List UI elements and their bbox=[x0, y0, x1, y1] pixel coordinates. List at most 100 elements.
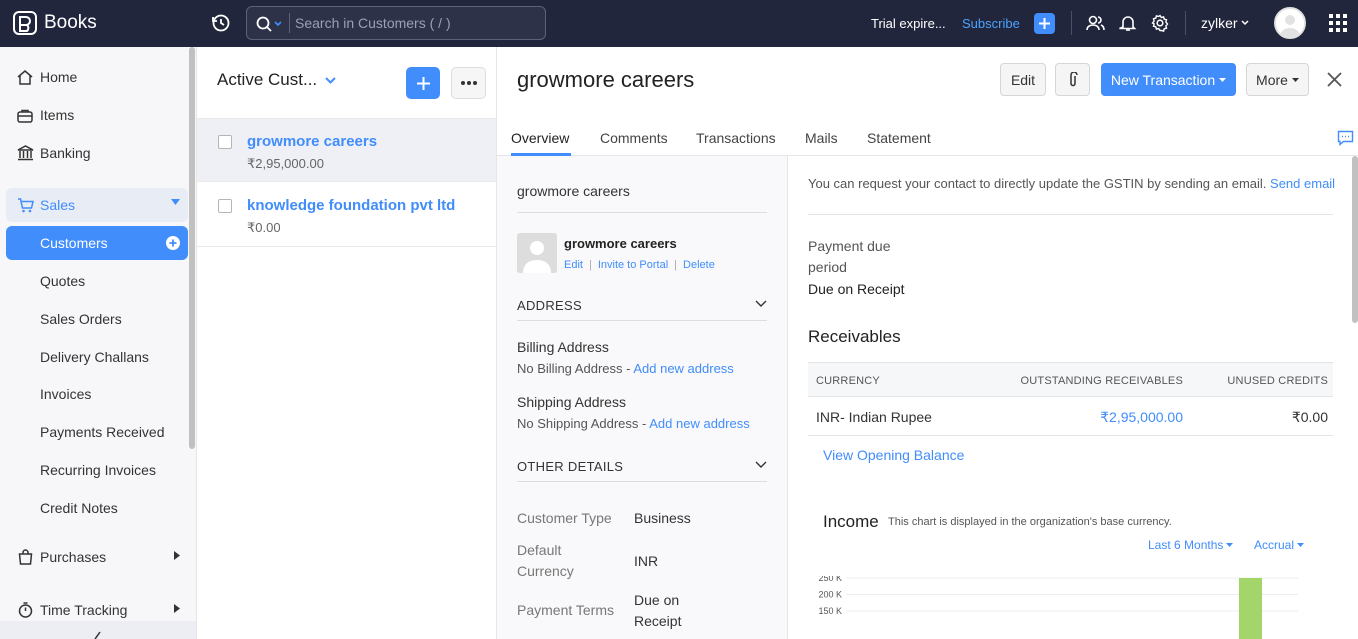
column-header: UNUSED CREDITS bbox=[1227, 375, 1328, 387]
address-section-header[interactable]: ADDRESS bbox=[517, 298, 582, 313]
items-bag-icon bbox=[16, 108, 34, 123]
customer-name[interactable]: knowledge foundation pvt ltd bbox=[247, 197, 455, 214]
customer-amount: ₹0.00 bbox=[247, 220, 281, 235]
row-checkbox[interactable] bbox=[218, 199, 232, 213]
app-name: Books bbox=[44, 12, 97, 33]
customer-type-label: Customer Type bbox=[517, 510, 612, 526]
customer-display-name: growmore careers bbox=[517, 183, 630, 199]
caret-down-icon bbox=[1297, 543, 1305, 547]
add-customer-icon[interactable] bbox=[166, 236, 180, 250]
receivables-table: CURRENCY OUTSTANDING RECEIVABLES UNUSED … bbox=[808, 362, 1333, 436]
app-logo[interactable]: Books bbox=[12, 10, 97, 36]
basis-filter-dropdown[interactable]: Accrual bbox=[1254, 538, 1305, 552]
view-opening-balance-link[interactable]: View Opening Balance bbox=[823, 447, 964, 463]
tab-mails[interactable]: Mails bbox=[805, 130, 838, 146]
attach-button[interactable] bbox=[1055, 63, 1090, 96]
org-switcher[interactable]: zylker bbox=[1201, 15, 1249, 31]
search-input[interactable] bbox=[295, 14, 535, 32]
sidebar-item-invoices[interactable]: Invoices bbox=[6, 377, 188, 411]
collapse-chevron-icon bbox=[94, 631, 101, 639]
outstanding-receivables-link[interactable]: ₹2,95,000.00 bbox=[1100, 409, 1183, 426]
app-grid-icon[interactable] bbox=[1329, 14, 1347, 32]
recent-history-icon[interactable] bbox=[211, 13, 231, 33]
sidebar-item-home[interactable]: Home bbox=[6, 60, 188, 94]
y-tick-label: 250 K bbox=[818, 576, 842, 583]
detail-scrollbar[interactable] bbox=[1352, 156, 1358, 323]
tab-transactions[interactable]: Transactions bbox=[696, 130, 776, 146]
sidebar-item-label: Customers bbox=[40, 235, 108, 251]
contact-info-pane: growmore careers growmore careers Edit |… bbox=[497, 156, 788, 639]
search-box[interactable] bbox=[246, 6, 546, 40]
customer-name[interactable]: growmore careers bbox=[247, 133, 377, 150]
sidebar-item-purchases[interactable]: Purchases bbox=[6, 540, 188, 574]
add-shipping-address-link[interactable]: Add new address bbox=[649, 416, 749, 431]
list-more-options-button[interactable] bbox=[451, 67, 486, 99]
period-filter-dropdown[interactable]: Last 6 Months bbox=[1148, 538, 1234, 552]
caret-down-icon bbox=[1291, 77, 1299, 82]
sidebar-item-banking[interactable]: Banking bbox=[6, 136, 188, 170]
divider bbox=[517, 212, 767, 213]
sidebar-item-quotes[interactable]: Quotes bbox=[6, 264, 188, 298]
subscribe-link[interactable]: Subscribe bbox=[962, 16, 1020, 31]
unused-credits-cell: ₹0.00 bbox=[1291, 409, 1328, 425]
customer-amount: ₹2,95,000.00 bbox=[247, 156, 324, 171]
separator: | bbox=[588, 259, 592, 271]
sidebar-item-label: Home bbox=[40, 69, 78, 85]
chevron-down-icon bbox=[325, 76, 336, 84]
row-checkbox[interactable] bbox=[218, 135, 232, 149]
sidebar-item-label: Time Tracking bbox=[40, 602, 128, 618]
chevron-down-icon[interactable] bbox=[755, 300, 767, 307]
add-billing-address-link[interactable]: Add new address bbox=[633, 361, 733, 376]
new-customer-button[interactable] bbox=[406, 67, 440, 99]
tab-statement[interactable]: Statement bbox=[867, 130, 931, 146]
contact-edit-link[interactable]: Edit bbox=[564, 259, 583, 271]
close-icon[interactable] bbox=[1327, 72, 1342, 87]
sidebar-scrollbar[interactable] bbox=[189, 47, 195, 449]
send-email-link[interactable]: Send email bbox=[1270, 176, 1335, 191]
sidebar-item-credit-notes[interactable]: Credit Notes bbox=[6, 491, 188, 525]
list-item[interactable]: growmore careers ₹2,95,000.00 bbox=[197, 118, 496, 182]
sidebar-item-payments-received[interactable]: Payments Received bbox=[6, 415, 188, 449]
tab-overview[interactable]: Overview bbox=[511, 130, 569, 146]
sidebar-item-delivery-challans[interactable]: Delivery Challans bbox=[6, 340, 188, 374]
more-button[interactable]: More bbox=[1246, 63, 1309, 96]
chevron-down-icon[interactable] bbox=[755, 461, 767, 468]
customer-detail-panel: growmore careers Edit New Transaction Mo… bbox=[497, 47, 1358, 639]
user-avatar[interactable] bbox=[1274, 7, 1306, 39]
invite-portal-link[interactable]: Invite to Portal bbox=[598, 259, 668, 271]
search-divider bbox=[289, 13, 290, 33]
new-transaction-button[interactable]: New Transaction bbox=[1101, 63, 1236, 96]
settings-gear-icon[interactable] bbox=[1151, 14, 1169, 32]
list-item[interactable]: knowledge foundation pvt ltd ₹0.00 bbox=[197, 183, 496, 247]
shipping-address-text: No Shipping Address - bbox=[517, 416, 647, 431]
overview-pane: You can request your contact to directly… bbox=[788, 156, 1358, 639]
comment-icon[interactable] bbox=[1337, 130, 1354, 146]
sidebar-item-customers[interactable]: Customers bbox=[6, 226, 188, 260]
sidebar-item-items[interactable]: Items bbox=[6, 98, 188, 132]
quick-create-button[interactable] bbox=[1034, 13, 1055, 34]
edit-button[interactable]: Edit bbox=[1000, 63, 1046, 96]
income-note: This chart is displayed in the organizat… bbox=[888, 516, 1172, 528]
org-name: zylker bbox=[1201, 15, 1238, 31]
sidebar-item-recurring-invoices[interactable]: Recurring Invoices bbox=[6, 453, 188, 487]
caret-down-icon bbox=[1226, 543, 1234, 547]
trial-text[interactable]: Trial expire... bbox=[871, 16, 946, 31]
users-icon[interactable] bbox=[1086, 14, 1105, 32]
sidebar-collapse-bar[interactable] bbox=[0, 621, 196, 639]
sidebar-item-sales-orders[interactable]: Sales Orders bbox=[6, 302, 188, 336]
cart-icon bbox=[16, 197, 34, 213]
table-header: CURRENCY OUTSTANDING RECEIVABLES UNUSED … bbox=[808, 362, 1333, 397]
payment-due-label: Payment due period bbox=[808, 238, 891, 275]
caret-down-icon bbox=[171, 199, 180, 205]
sidebar-item-label: Items bbox=[40, 107, 75, 123]
contact-delete-link[interactable]: Delete bbox=[683, 259, 715, 271]
customer-type-value: Business bbox=[634, 510, 691, 526]
notification-bell-icon[interactable] bbox=[1119, 14, 1137, 32]
search-icon[interactable] bbox=[256, 16, 284, 32]
billing-address-text: No Billing Address - bbox=[517, 361, 631, 376]
tab-comments[interactable]: Comments bbox=[600, 130, 668, 146]
income-bar[interactable] bbox=[1239, 578, 1262, 639]
list-view-selector[interactable]: Active Cust... bbox=[217, 70, 336, 90]
sidebar-item-sales[interactable]: Sales bbox=[6, 188, 188, 222]
other-details-section-header[interactable]: OTHER DETAILS bbox=[517, 459, 623, 474]
